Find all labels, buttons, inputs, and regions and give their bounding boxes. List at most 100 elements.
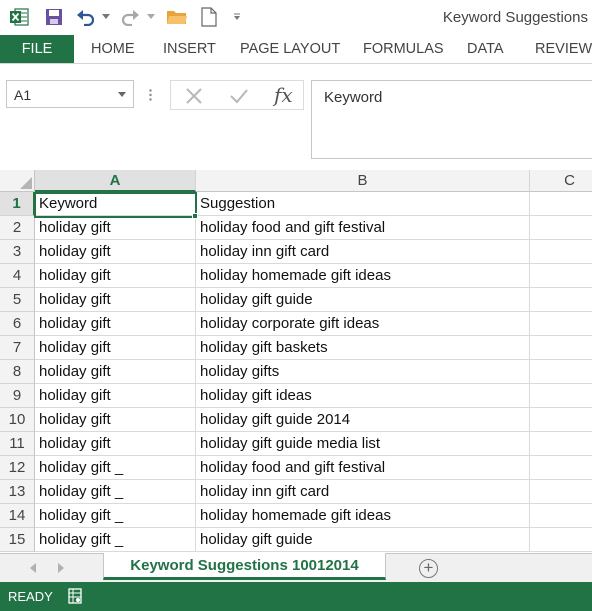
row-header[interactable]: 5	[0, 288, 35, 312]
redo-icon[interactable]	[119, 6, 141, 28]
insert-function-icon[interactable]: fx	[274, 83, 293, 107]
cell-c[interactable]	[530, 288, 592, 312]
cell-c[interactable]	[530, 240, 592, 264]
row-header[interactable]: 10	[0, 408, 35, 432]
sheet-tab-active[interactable]: Keyword Suggestions 10012014	[103, 553, 386, 580]
cell-c[interactable]	[530, 528, 592, 552]
scroll-left-icon[interactable]	[30, 563, 36, 573]
spreadsheet-grid[interactable]: A B C 1 Keyword Suggestion 2 holiday gif…	[0, 170, 592, 553]
cell-a[interactable]: Keyword	[35, 192, 196, 216]
row-header[interactable]: 9	[0, 384, 35, 408]
cell-a[interactable]: holiday gift _	[35, 504, 196, 528]
cell-a[interactable]: holiday gift	[35, 288, 196, 312]
tab-page-layout[interactable]: PAGE LAYOUT	[240, 35, 340, 63]
title-bar: Keyword Suggestions	[0, 0, 592, 35]
cell-a[interactable]: holiday gift	[35, 264, 196, 288]
cell-b[interactable]: holiday inn gift card	[196, 240, 530, 264]
name-box[interactable]: A1	[6, 80, 134, 108]
cell-b[interactable]: holiday gift ideas	[196, 384, 530, 408]
cell-a[interactable]: holiday gift _	[35, 456, 196, 480]
cell-c[interactable]	[530, 432, 592, 456]
undo-icon[interactable]	[75, 6, 97, 28]
cell-c[interactable]	[530, 336, 592, 360]
row-header[interactable]: 14	[0, 504, 35, 528]
cancel-icon[interactable]	[185, 87, 203, 110]
cell-b[interactable]: holiday inn gift card	[196, 480, 530, 504]
cell-c[interactable]	[530, 480, 592, 504]
name-box-dropdown-icon[interactable]	[118, 92, 126, 97]
fill-handle[interactable]	[192, 213, 198, 219]
cell-b[interactable]: holiday corporate gift ideas	[196, 312, 530, 336]
row-header[interactable]: 2	[0, 216, 35, 240]
cell-b[interactable]: holiday gifts	[196, 360, 530, 384]
open-folder-icon[interactable]	[166, 6, 188, 28]
cell-b[interactable]: holiday gift guide media list	[196, 432, 530, 456]
cell-c[interactable]	[530, 408, 592, 432]
cell-b[interactable]: holiday homemade gift ideas	[196, 504, 530, 528]
select-all-button[interactable]	[0, 170, 35, 192]
cell-a[interactable]: holiday gift	[35, 312, 196, 336]
cell-b[interactable]: holiday gift guide	[196, 528, 530, 552]
cell-a[interactable]: holiday gift	[35, 336, 196, 360]
row-header[interactable]: 15	[0, 528, 35, 552]
row-header[interactable]: 6	[0, 312, 35, 336]
cell-c[interactable]	[530, 312, 592, 336]
cell-c[interactable]	[530, 504, 592, 528]
cell-c[interactable]	[530, 216, 592, 240]
column-header-a[interactable]: A	[35, 170, 196, 192]
tab-insert[interactable]: INSERT	[163, 35, 216, 63]
cell-b[interactable]: holiday food and gift festival	[196, 216, 530, 240]
window-title: Keyword Suggestions	[442, 9, 588, 26]
formula-content: Keyword	[324, 89, 383, 106]
scroll-right-icon[interactable]	[58, 563, 64, 573]
customize-toolbar-icon[interactable]	[226, 6, 248, 28]
cell-a[interactable]: holiday gift _	[35, 528, 196, 552]
cell-a[interactable]: holiday gift	[35, 360, 196, 384]
tab-review[interactable]: REVIEW	[535, 35, 592, 63]
column-header-c[interactable]: C	[530, 170, 592, 192]
cell-b[interactable]: holiday gift guide	[196, 288, 530, 312]
row-header[interactable]: 12	[0, 456, 35, 480]
ribbon-tabs: FILE HOME INSERT PAGE LAYOUT FORMULAS DA…	[0, 35, 592, 63]
tab-file[interactable]: FILE	[0, 35, 74, 63]
cell-c[interactable]	[530, 192, 592, 216]
cell-c[interactable]	[530, 264, 592, 288]
row-header[interactable]: 7	[0, 336, 35, 360]
undo-dropdown-icon[interactable]	[95, 6, 117, 28]
tab-data[interactable]: DATA	[467, 35, 504, 63]
cell-a[interactable]: holiday gift _	[35, 480, 196, 504]
cell-c[interactable]	[530, 456, 592, 480]
tab-formulas[interactable]: FORMULAS	[363, 35, 444, 63]
save-icon[interactable]	[43, 6, 65, 28]
cell-a[interactable]: holiday gift	[35, 240, 196, 264]
status-bar: READY	[0, 582, 592, 611]
tab-home[interactable]: HOME	[91, 35, 135, 63]
row-header[interactable]: 3	[0, 240, 35, 264]
formula-bar-grip-icon[interactable]	[149, 88, 152, 106]
cell-b[interactable]: holiday gift guide 2014	[196, 408, 530, 432]
row-header[interactable]: 8	[0, 360, 35, 384]
cell-b[interactable]: holiday gift baskets	[196, 336, 530, 360]
row-header[interactable]: 4	[0, 264, 35, 288]
cell-c[interactable]	[530, 384, 592, 408]
cell-b[interactable]: Suggestion	[196, 192, 530, 216]
formula-input[interactable]: Keyword	[311, 80, 592, 159]
cell-a[interactable]: holiday gift	[35, 384, 196, 408]
excel-logo-icon	[8, 6, 30, 28]
new-file-icon[interactable]	[198, 6, 220, 28]
column-header-b[interactable]: B	[196, 170, 530, 192]
macro-recording-icon[interactable]	[68, 588, 82, 604]
cell-a[interactable]: holiday gift	[35, 216, 196, 240]
cell-a[interactable]: holiday gift	[35, 408, 196, 432]
row-header[interactable]: 1	[0, 192, 35, 216]
cell-b[interactable]: holiday food and gift festival	[196, 456, 530, 480]
sheet-tab-bar: Keyword Suggestions 10012014 +	[0, 553, 592, 582]
cell-a[interactable]: holiday gift	[35, 432, 196, 456]
row-header[interactable]: 13	[0, 480, 35, 504]
enter-check-icon[interactable]	[229, 87, 249, 110]
add-sheet-icon[interactable]: +	[419, 559, 438, 578]
cell-b[interactable]: holiday homemade gift ideas	[196, 264, 530, 288]
redo-dropdown-icon[interactable]	[140, 6, 162, 28]
row-header[interactable]: 11	[0, 432, 35, 456]
cell-c[interactable]	[530, 360, 592, 384]
